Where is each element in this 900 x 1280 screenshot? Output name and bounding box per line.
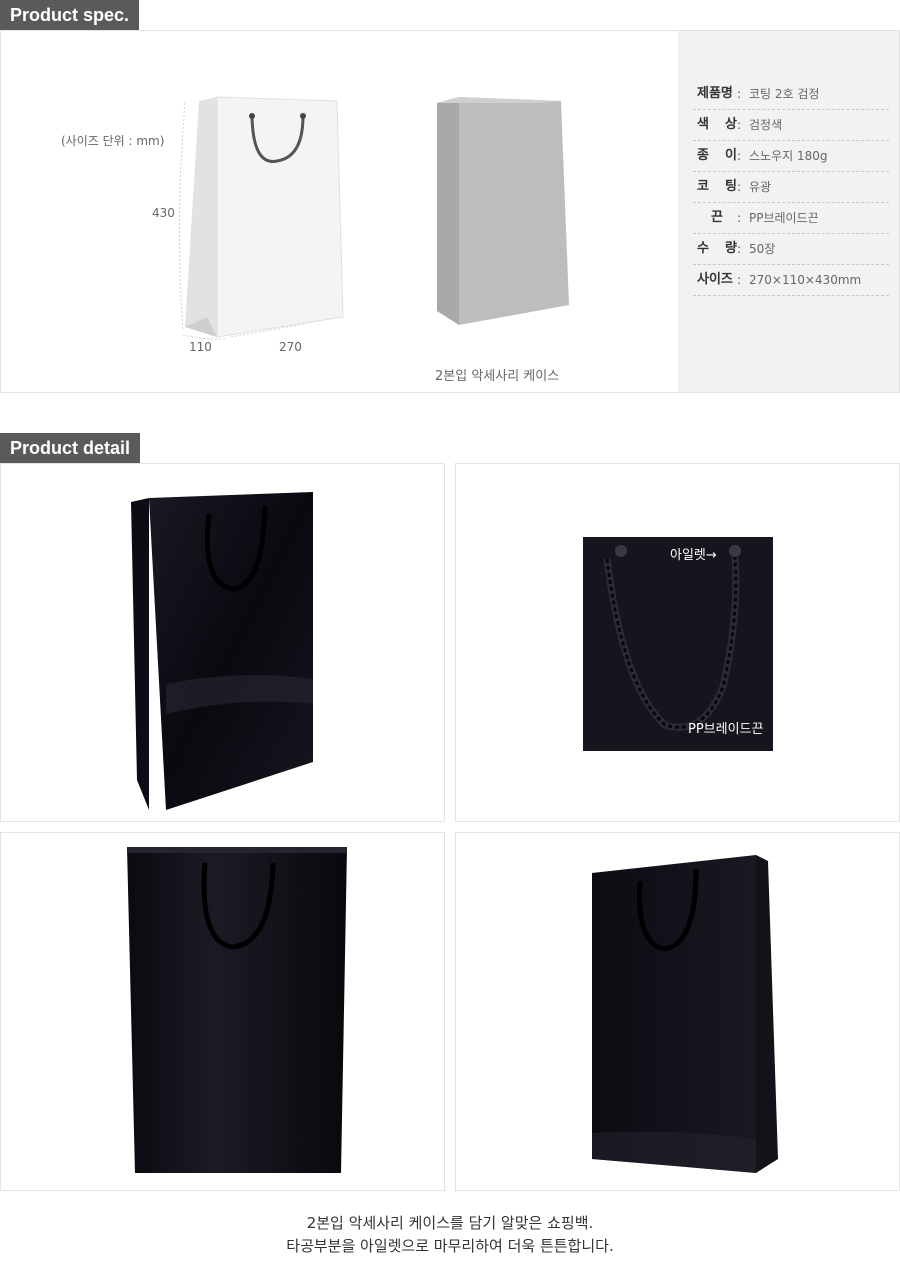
handle-label: PP브레이드끈 bbox=[688, 722, 764, 737]
spec-row-quantity: 수 량 : 50장 bbox=[693, 234, 889, 265]
spec-label: 종 이 bbox=[697, 148, 737, 163]
black-bag-straight-image bbox=[127, 847, 347, 1173]
spec-row-color: 색 상 : 검정색 bbox=[693, 110, 889, 141]
height-dimension: 430 bbox=[152, 206, 175, 220]
detail-section-title: Product detail bbox=[0, 433, 141, 463]
spec-value: 스노우지 180g bbox=[749, 149, 828, 163]
footer-description-line2: 타공부분을 아일렛으로 마무리하여 더욱 튼튼합니다. bbox=[286, 1237, 614, 1255]
spec-panel: (사이즈 단위 : mm) 430 110 270 2본입 악세사리 케이스 제… bbox=[0, 30, 900, 393]
spec-colon: : bbox=[737, 242, 742, 256]
accessory-case-illustration bbox=[437, 97, 569, 325]
white-bag-illustration bbox=[178, 96, 346, 340]
spec-label: 코 팅 bbox=[697, 179, 737, 194]
spec-value: 270×110×430mm bbox=[749, 273, 862, 287]
detail-photo-straight bbox=[0, 832, 445, 1191]
spec-row-handle: 끈 : PP브레이드끈 bbox=[693, 203, 889, 234]
depth-dimension: 110 bbox=[189, 340, 212, 354]
detail-photo-front bbox=[0, 463, 445, 822]
spec-label: 수 량 bbox=[697, 241, 737, 256]
spec-row-coating: 코 팅 : 유광 bbox=[693, 172, 889, 203]
black-bag-angled-image bbox=[592, 855, 778, 1173]
spec-colon: : bbox=[737, 180, 742, 194]
spec-colon: : bbox=[737, 273, 742, 287]
spec-row-paper: 종 이 : 스노우지 180g bbox=[693, 141, 889, 172]
spec-colon: : bbox=[737, 118, 742, 132]
spec-label: 끈 bbox=[711, 210, 723, 225]
spec-label: 제품명 bbox=[697, 86, 733, 101]
spec-section-title: Product spec. bbox=[0, 0, 140, 30]
spec-label: 색 상 bbox=[697, 117, 737, 132]
spec-row-name: 제품명 : 코팅 2호 검정 bbox=[693, 79, 889, 110]
spec-colon: : bbox=[737, 87, 742, 101]
width-dimension: 270 bbox=[279, 340, 302, 354]
spec-label: 사이즈 bbox=[697, 272, 733, 287]
spec-value: 코팅 2호 검정 bbox=[749, 87, 820, 101]
detail-photo-closeup: 아일렛→ PP브레이드끈 bbox=[455, 463, 900, 822]
footer-description-line1: 2본입 악세사리 케이스를 담기 알맞은 쇼핑백. bbox=[306, 1214, 594, 1232]
black-bag-front-image bbox=[131, 492, 313, 810]
eyelet-label: 아일렛→ bbox=[670, 548, 717, 563]
spec-value: 유광 bbox=[749, 180, 772, 194]
spec-value: 50장 bbox=[749, 242, 776, 256]
size-unit-note: (사이즈 단위 : mm) bbox=[61, 134, 165, 148]
spec-colon: : bbox=[737, 149, 742, 163]
accessory-case-caption: 2본입 악세사리 케이스 bbox=[435, 369, 560, 384]
detail-photo-angled bbox=[455, 832, 900, 1191]
spec-value: PP브레이드끈 bbox=[749, 211, 819, 225]
spec-colon: : bbox=[737, 211, 742, 225]
spec-value: 검정색 bbox=[749, 118, 783, 132]
spec-row-size: 사이즈 : 270×110×430mm bbox=[693, 265, 889, 296]
